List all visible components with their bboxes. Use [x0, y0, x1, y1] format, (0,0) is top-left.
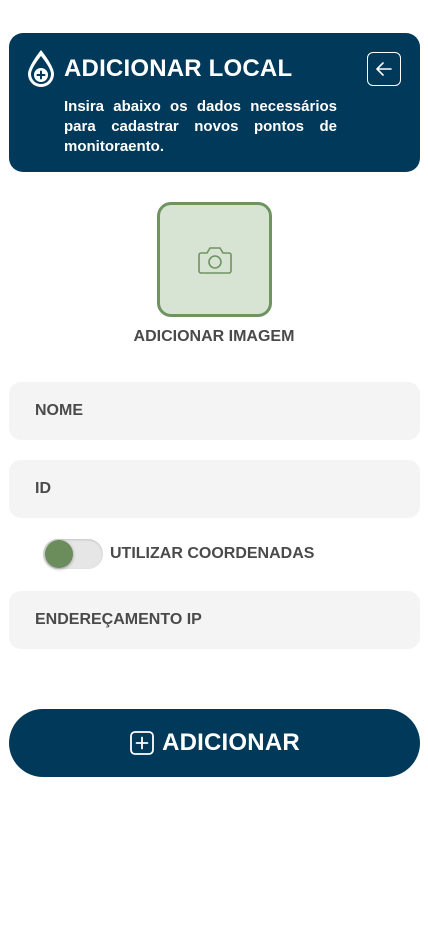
- arrow-left-icon: [376, 62, 392, 76]
- page-header: ADICIONAR LOCAL Insira abaixo os dados n…: [9, 33, 420, 172]
- plus-square-icon: [130, 731, 154, 755]
- add-image-button[interactable]: [157, 202, 272, 317]
- toggle-knob: [45, 540, 73, 568]
- water-drop-plus-icon: [28, 50, 54, 87]
- add-button[interactable]: ADICIONAR: [9, 709, 420, 777]
- add-button-label: ADICIONAR: [162, 729, 300, 756]
- ip-address-field[interactable]: ENDEREÇAMENTO IP: [9, 591, 420, 649]
- back-button[interactable]: [367, 52, 401, 86]
- coordinates-toggle-row: UTILIZAR COORDENADAS: [43, 537, 314, 571]
- add-image-label: ADICIONAR IMAGEM: [133, 328, 295, 345]
- camera-icon: [197, 246, 232, 274]
- name-placeholder: NOME: [35, 402, 83, 419]
- page-title: ADICIONAR LOCAL: [64, 55, 293, 82]
- coordinates-toggle-label: UTILIZAR COORDENADAS: [110, 545, 315, 562]
- coordinates-toggle[interactable]: [43, 537, 103, 571]
- name-field[interactable]: NOME: [9, 382, 420, 440]
- id-field[interactable]: ID: [9, 460, 420, 518]
- ip-address-placeholder: ENDEREÇAMENTO IP: [35, 611, 202, 628]
- id-placeholder: ID: [35, 480, 51, 497]
- page-subtitle: Insira abaixo os dados necessários para …: [64, 98, 337, 155]
